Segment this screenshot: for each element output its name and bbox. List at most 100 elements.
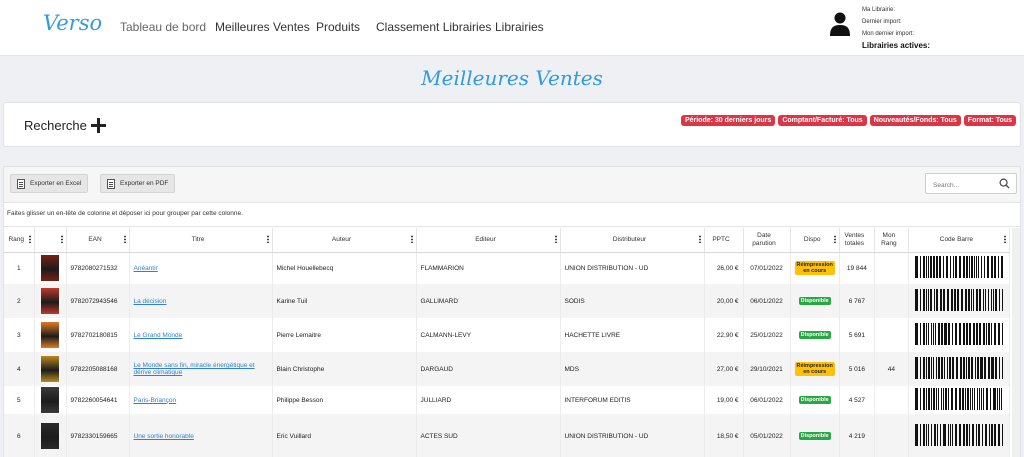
nav-meilleures-ventes[interactable]: Meilleures Ventes [215,20,310,34]
barcode-image [914,323,1003,345]
search-toggle-label[interactable]: Recherche [24,118,87,133]
mon-dernier-import-label: Mon dernier import: [862,31,915,37]
table-row[interactable]: 5 9782260054641 Paris-Briançon Philippe Bes… [4,386,1010,414]
book-cover-image[interactable] [41,356,59,382]
active-filters: Période: 30 derniers jours Comptant/Fact… [680,115,1016,126]
column-menu-icon[interactable] [60,235,63,243]
col-header-pptc[interactable]: PPTC [704,228,744,253]
plus-icon[interactable] [91,118,106,133]
cell-dispo: Réimpression en cours [790,252,840,284]
cell-titre: Une sortie honorable [129,414,273,457]
cell-rang: 5 [4,386,35,414]
book-cover-image[interactable] [41,288,59,314]
column-menu-icon[interactable] [554,235,557,243]
cell-cover[interactable] [34,414,67,457]
nav-tableau-de-bord[interactable]: Tableau de bord [120,20,206,34]
col-header-date-parution[interactable]: Date parution [743,228,791,253]
table-header-row: Rang EAN Titre Auteur Editeur Distribute… [4,228,1010,253]
search-card: Recherche Période: 30 derniers jours Com… [3,102,1021,147]
col-header-dispo[interactable]: Dispo [790,228,840,253]
book-cover-image[interactable] [41,387,59,413]
cell-pptc: 26,00 € [704,252,744,284]
dispo-badge: Disponible [798,432,831,440]
col-header-rang[interactable]: Rang [4,228,35,253]
cell-dispo: Disponible [790,284,840,318]
col-header-distributeur[interactable]: Distributeur [560,228,705,253]
export-pdf-label: Exporter en PDF [120,180,169,187]
column-menu-icon[interactable] [123,235,126,243]
cell-distributeur: INTERFORUM EDITIS [560,386,705,414]
cell-cover[interactable] [34,318,67,352]
book-cover-image[interactable] [41,423,59,449]
column-menu-icon[interactable] [28,235,31,243]
filter-badge-format[interactable]: Format: Tous [963,115,1016,126]
title-link[interactable]: Une sortie honorable [134,433,194,440]
barcode-image [914,424,1003,446]
table-row[interactable]: 3 9782702180815 Le Grand Monde Pierre Lemai… [4,318,1010,352]
title-link[interactable]: La décision [134,298,167,305]
col-header-ventes-totales[interactable]: Ventes totales [839,228,875,253]
table-row[interactable]: 4 9782205088168 Le Monde sans fin, miracle… [4,352,1010,386]
cell-cover[interactable] [34,352,67,386]
cell-cover[interactable] [34,386,67,414]
nav-produits[interactable]: Produits [316,20,360,34]
table-row[interactable]: 2 9782072943546 La décision Karine Tuil GALL… [4,284,1010,318]
cell-pptc: 18,50 € [704,414,744,457]
column-menu-icon[interactable] [833,235,836,243]
cell-rang: 4 [4,352,35,386]
table-row[interactable]: 6 9782330159665 Une sortie honorable Eric V… [4,414,1010,457]
search-icon[interactable] [999,178,1010,189]
cell-auteur: Michel Houellebecq [272,252,417,284]
export-excel-label: Exporter en Excel [30,180,82,187]
cell-ventes-totales: 5 691 [839,318,875,352]
col-header-cover[interactable] [34,228,67,253]
cell-code-barre [908,386,1010,414]
filter-badge-nouveautes[interactable]: Nouveautés/Fonds: Tous [869,115,961,126]
column-menu-icon[interactable] [410,235,413,243]
app-logo[interactable]: Verso [43,11,102,35]
column-menu-icon[interactable] [266,235,269,243]
cell-ean: 9782260054641 [66,386,130,414]
dernier-import-label: Dernier import: [862,19,902,25]
title-link[interactable]: Le Monde sans fin, miracle énergétique e… [134,362,255,376]
dispo-badge: Disponible [798,297,831,305]
column-menu-icon[interactable] [1003,235,1006,243]
cell-auteur: Eric Vuillard [272,414,417,457]
cell-ventes-totales: 4 527 [839,386,875,414]
export-excel-button[interactable]: Exporter en Excel [10,174,89,193]
title-link[interactable]: Anéantir [134,265,158,272]
cell-auteur: Philippe Besson [272,386,417,414]
col-header-mon-rang[interactable]: Mon Rang [874,228,909,253]
cell-ean: 9782205088168 [66,352,130,386]
user-icon[interactable] [830,12,850,36]
col-header-auteur[interactable]: Auteur [272,228,417,253]
cell-pptc: 22,90 € [704,318,744,352]
nav-classement-librairies[interactable]: Classement Librairies [376,20,491,34]
col-header-editeur[interactable]: Editeur [416,228,561,253]
book-cover-image[interactable] [41,255,59,282]
table-row[interactable]: 1 9782080271532 Anéantir Michel Houellebecq… [4,252,1010,284]
nav-librairies[interactable]: Librairies [495,20,544,34]
cell-date-parution: 06/01/2022 [743,386,791,414]
title-link[interactable]: Paris-Briançon [134,397,177,404]
cell-mon-rang [874,252,909,284]
cell-date-parution: 25/01/2022 [743,318,791,352]
cell-cover[interactable] [34,284,67,318]
vertical-scrollbar[interactable] [1012,228,1020,457]
column-menu-icon[interactable] [698,235,701,243]
book-cover-image[interactable] [41,322,59,348]
title-link[interactable]: Le Grand Monde [134,332,183,339]
export-pdf-button[interactable]: Exporter en PDF [100,174,176,193]
cell-dispo: Réimpression en cours [790,352,840,386]
group-drop-zone[interactable]: Faites glisser un en-tête de colonne et … [4,203,1020,227]
col-header-code-barre[interactable]: Code Barre [908,228,1010,253]
cell-editeur: JULLIARD [416,386,561,414]
grid-search-input[interactable] [926,176,996,195]
col-header-ean[interactable]: EAN [66,228,130,253]
cell-code-barre [908,252,1010,284]
cell-cover[interactable] [34,252,67,284]
col-header-titre[interactable]: Titre [129,228,273,253]
filter-badge-comptant[interactable]: Comptant/Facturé: Tous [778,115,867,126]
filter-badge-periode[interactable]: Période: 30 derniers jours [680,115,776,126]
barcode-image [914,357,1003,379]
